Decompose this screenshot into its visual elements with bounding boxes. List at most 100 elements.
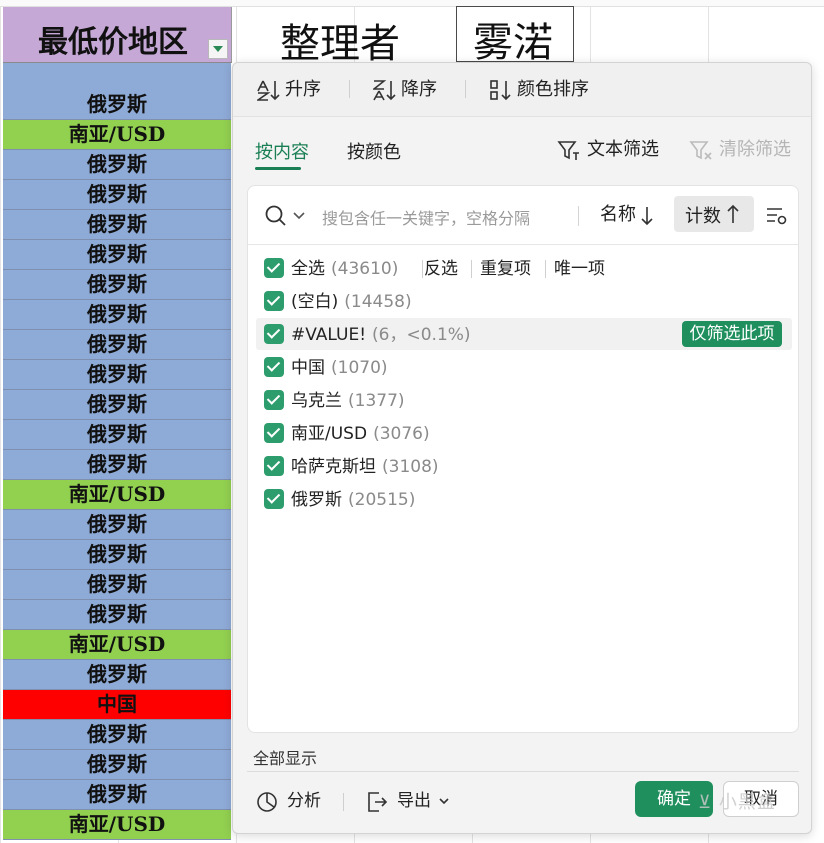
filter-value-item[interactable]: #VALUE! (6，<0.1%) xyxy=(264,322,664,348)
watermark-logo: ⊻ 小黑盒 xyxy=(698,792,776,813)
sort-ascending-icon xyxy=(257,80,280,101)
header-cell-name-selected[interactable]: 雾渃 xyxy=(456,6,574,66)
filter-value-item[interactable]: 俄罗斯 (20515) xyxy=(264,487,664,513)
filter-dropdown-icon[interactable] xyxy=(208,39,228,59)
divider xyxy=(471,260,472,278)
checkbox-checked-icon[interactable] xyxy=(264,291,284,311)
chevron-down-icon xyxy=(439,798,449,805)
unique-link[interactable]: 唯一项 xyxy=(554,256,605,282)
checkbox-checked-icon[interactable] xyxy=(264,357,284,377)
divider xyxy=(247,771,799,772)
sort-descending-button[interactable]: 降序 xyxy=(373,78,437,102)
export-button[interactable]: 导出 xyxy=(365,789,449,813)
list-item-label: 南亚/USD (3076) xyxy=(291,424,430,444)
filter-popup: 升序 降序 颜色排序 按内容 按颜色 文本筛选 清除筛选 搜包含任一关键字，空格… xyxy=(232,62,812,834)
header-cell-lowest-price-region[interactable]: 最低价地区 xyxy=(3,7,232,63)
search-bar: 搜包含任一关键字，空格分隔 名称 计数 xyxy=(248,186,798,245)
sort-ascending-button[interactable]: 升序 xyxy=(257,78,321,102)
region-cell[interactable]: 俄罗斯 xyxy=(3,360,231,390)
text-filter-button[interactable]: 文本筛选 xyxy=(557,138,659,162)
checkbox-checked-icon[interactable] xyxy=(264,489,284,509)
export-label: 导出 xyxy=(397,791,431,811)
invert-selection-link[interactable]: 反选 xyxy=(424,256,458,282)
region-cell[interactable]: 俄罗斯 xyxy=(3,570,231,600)
select-all-item[interactable]: 全选 (43610) 反选 重复项 唯一项 xyxy=(264,256,784,282)
region-cell[interactable]: 俄罗斯 xyxy=(3,300,231,330)
header-cell-organizer[interactable]: 整理者 xyxy=(232,7,456,67)
divider xyxy=(349,80,350,98)
tab-by-color[interactable]: 按颜色 xyxy=(347,138,401,164)
divider xyxy=(422,260,423,278)
duplicates-link[interactable]: 重复项 xyxy=(480,256,531,282)
sort-by-color-label: 颜色排序 xyxy=(517,79,589,100)
text-filter-label: 文本筛选 xyxy=(587,139,659,160)
clear-filter-icon xyxy=(689,141,712,160)
list-item-label: 全选 (43610) xyxy=(291,259,399,279)
region-cell[interactable]: 南亚/USD xyxy=(3,480,231,510)
filter-value-item[interactable]: 南亚/USD (3076) xyxy=(264,421,664,447)
sort-by-count-button[interactable]: 计数 xyxy=(674,196,754,232)
divider xyxy=(343,793,344,811)
region-cell[interactable]: 中国 xyxy=(3,690,231,720)
list-settings-icon[interactable] xyxy=(766,206,788,226)
checkbox-checked-icon[interactable] xyxy=(264,390,284,410)
sort-toolbar: 升序 降序 颜色排序 xyxy=(233,63,811,117)
filter-value-item[interactable]: (空白) (14458) xyxy=(264,289,664,315)
export-icon xyxy=(368,792,388,812)
filter-value-item[interactable]: 乌克兰 (1377) xyxy=(264,388,664,414)
checkbox-checked-icon[interactable] xyxy=(264,456,284,476)
tab-by-content[interactable]: 按内容 xyxy=(255,138,309,164)
region-cell[interactable]: 俄罗斯 xyxy=(3,330,231,360)
region-cell[interactable]: 俄罗斯 xyxy=(3,240,231,270)
region-cell[interactable]: 俄罗斯 xyxy=(3,180,231,210)
region-cell[interactable]: 南亚/USD xyxy=(3,120,231,150)
region-cell[interactable]: 俄罗斯 xyxy=(3,150,231,180)
filter-value-item[interactable]: 哈萨克斯坦 (3108) xyxy=(264,454,664,480)
checkbox-checked-icon[interactable] xyxy=(264,324,284,344)
color-sort-icon xyxy=(490,80,511,101)
active-tab-indicator xyxy=(255,167,301,170)
search-icon[interactable] xyxy=(264,204,288,228)
search-input[interactable]: 搜包含任一关键字，空格分隔 xyxy=(322,205,530,229)
divider xyxy=(465,80,466,98)
sort-by-name-label: 名称 xyxy=(600,204,636,225)
header-cell-text: 雾渃 xyxy=(473,20,553,66)
sort-by-color-button[interactable]: 颜色排序 xyxy=(489,78,589,102)
region-cell[interactable]: 俄罗斯 xyxy=(3,750,231,780)
list-item-label: #VALUE! (6，<0.1%) xyxy=(291,325,471,345)
list-item-label: 哈萨克斯坦 (3108) xyxy=(291,457,439,477)
show-all-link[interactable]: 全部显示 xyxy=(253,745,317,769)
list-item-label: (空白) (14458) xyxy=(291,292,412,312)
sort-descending-label: 降序 xyxy=(401,79,437,100)
region-cell[interactable]: 俄罗斯 xyxy=(3,780,231,810)
divider xyxy=(545,260,546,278)
region-cell[interactable]: 俄罗斯 xyxy=(3,540,231,570)
region-cell[interactable]: 俄罗斯 xyxy=(3,270,231,300)
chevron-down-icon[interactable] xyxy=(293,211,305,221)
region-cell[interactable]: 俄罗斯 xyxy=(3,510,231,540)
filter-value-item[interactable]: 中国 (1070) xyxy=(264,355,664,381)
text-filter-icon xyxy=(557,141,579,160)
region-cell[interactable]: 俄罗斯 xyxy=(3,390,231,420)
region-cell[interactable]: 俄罗斯 xyxy=(3,210,231,240)
clear-filter-button[interactable]: 清除筛选 xyxy=(689,138,791,162)
region-cell[interactable]: 俄罗斯 xyxy=(3,63,231,120)
region-cell[interactable]: 俄罗斯 xyxy=(3,660,231,690)
list-item-label: 乌克兰 (1377) xyxy=(291,391,405,411)
filter-list-panel: 搜包含任一关键字，空格分隔 名称 计数 全选 (43610) 反选 重复项 唯一… xyxy=(247,185,799,733)
filter-only-this-button[interactable]: 仅筛选此项 xyxy=(682,321,782,347)
region-cell[interactable]: 南亚/USD xyxy=(3,810,231,840)
list-item-label: 俄罗斯 (20515) xyxy=(291,490,416,510)
analyze-label: 分析 xyxy=(287,791,321,811)
region-cell[interactable]: 俄罗斯 xyxy=(3,600,231,630)
list-item-label: 中国 (1070) xyxy=(291,358,388,378)
region-cell[interactable]: 俄罗斯 xyxy=(3,720,231,750)
sort-by-name-button[interactable]: 名称 xyxy=(600,202,653,228)
analyze-button[interactable]: 分析 xyxy=(255,789,321,813)
region-cell[interactable]: 俄罗斯 xyxy=(3,420,231,450)
region-cell[interactable]: 俄罗斯 xyxy=(3,450,231,480)
divider xyxy=(578,206,579,226)
checkbox-checked-icon[interactable] xyxy=(264,423,284,443)
checkbox-checked-icon[interactable] xyxy=(264,258,284,278)
region-cell[interactable]: 南亚/USD xyxy=(3,630,231,660)
